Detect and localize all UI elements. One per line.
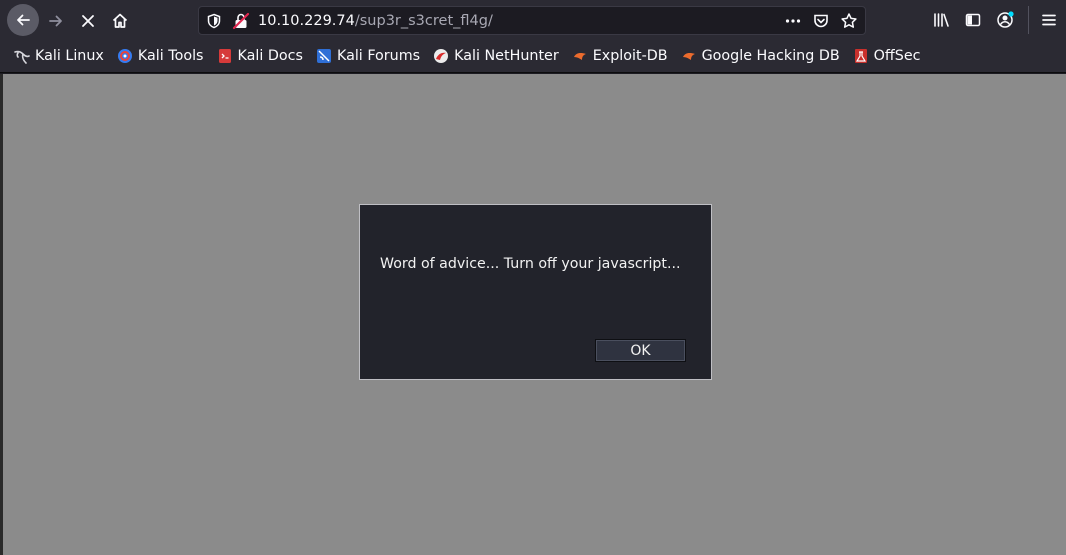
bookmark-label: Kali Docs bbox=[237, 48, 303, 64]
back-button[interactable] bbox=[7, 4, 39, 36]
toolbar-right bbox=[930, 9, 1026, 31]
google-hacking-db-icon bbox=[681, 48, 697, 64]
ok-button[interactable]: OK bbox=[595, 339, 686, 362]
toolbar-separator bbox=[1028, 6, 1029, 34]
bookmark-label: Kali Tools bbox=[137, 48, 204, 64]
alert-message: Word of advice... Turn off your javascri… bbox=[380, 256, 681, 272]
bookmark-label: Exploit-DB bbox=[592, 48, 668, 64]
kali-nethunter-icon bbox=[433, 48, 449, 64]
bookmark-label: OffSec bbox=[873, 48, 921, 64]
stop-button[interactable] bbox=[73, 6, 103, 36]
tracking-protection-shield-icon[interactable] bbox=[205, 12, 223, 30]
bookmark-exploit-db[interactable]: Exploit-DB bbox=[572, 44, 668, 68]
window-left-edge bbox=[0, 74, 3, 555]
bookmark-kali-nethunter[interactable]: Kali NetHunter bbox=[433, 44, 559, 68]
bookmark-label: Google Hacking DB bbox=[701, 48, 840, 64]
kali-tools-icon bbox=[117, 48, 133, 64]
forward-button[interactable] bbox=[41, 6, 71, 36]
bookmark-kali-docs[interactable]: Kali Docs bbox=[217, 44, 303, 68]
page-actions-ellipsis-icon[interactable] bbox=[783, 11, 803, 31]
bookmark-kali-tools[interactable]: Kali Tools bbox=[117, 44, 204, 68]
home-icon bbox=[112, 13, 128, 28]
bookmark-kali-linux[interactable]: Kali Linux bbox=[14, 44, 104, 68]
url-host: 10.10.229.74 bbox=[258, 13, 355, 29]
address-bar[interactable]: 10.10.229.74/sup3r_s3cret_fl4g/ bbox=[198, 6, 866, 35]
sidebar-icon[interactable] bbox=[962, 9, 984, 31]
back-arrow-icon bbox=[17, 14, 30, 26]
offsec-icon bbox=[853, 48, 869, 64]
bookmarks-toolbar: Kali Linux Kali Tools Kali Docs Kali For… bbox=[0, 40, 1066, 73]
bookmark-label: Kali NetHunter bbox=[454, 48, 559, 64]
insecure-connection-lock-icon[interactable] bbox=[232, 12, 250, 30]
bookmark-google-hacking-db[interactable]: Google Hacking DB bbox=[681, 44, 840, 68]
kali-forums-icon bbox=[316, 48, 332, 64]
pocket-icon[interactable] bbox=[811, 11, 831, 31]
account-icon[interactable] bbox=[994, 9, 1016, 31]
library-icon[interactable] bbox=[930, 9, 952, 31]
url-actions bbox=[783, 11, 859, 31]
bookmark-kali-forums[interactable]: Kali Forums bbox=[316, 44, 420, 68]
bookmark-offsec[interactable]: OffSec bbox=[853, 44, 921, 68]
kali-dragon-icon bbox=[14, 48, 30, 64]
browser-toolbar: 10.10.229.74/sup3r_s3cret_fl4g/ bbox=[0, 0, 1066, 40]
bookmark-label: Kali Linux bbox=[35, 48, 104, 64]
home-button[interactable] bbox=[105, 6, 135, 36]
kali-docs-icon bbox=[217, 48, 233, 64]
url-text[interactable]: 10.10.229.74/sup3r_s3cret_fl4g/ bbox=[258, 12, 493, 30]
bookmark-star-icon[interactable] bbox=[839, 11, 859, 31]
bookmark-label: Kali Forums bbox=[336, 48, 421, 64]
javascript-alert-dialog: Word of advice... Turn off your javascri… bbox=[359, 204, 712, 380]
hamburger-menu-icon[interactable] bbox=[1038, 9, 1060, 31]
exploit-db-icon bbox=[572, 48, 588, 64]
close-icon bbox=[82, 15, 94, 27]
url-path: /sup3r_s3cret_fl4g/ bbox=[354, 13, 493, 29]
forward-arrow-icon bbox=[49, 15, 62, 27]
